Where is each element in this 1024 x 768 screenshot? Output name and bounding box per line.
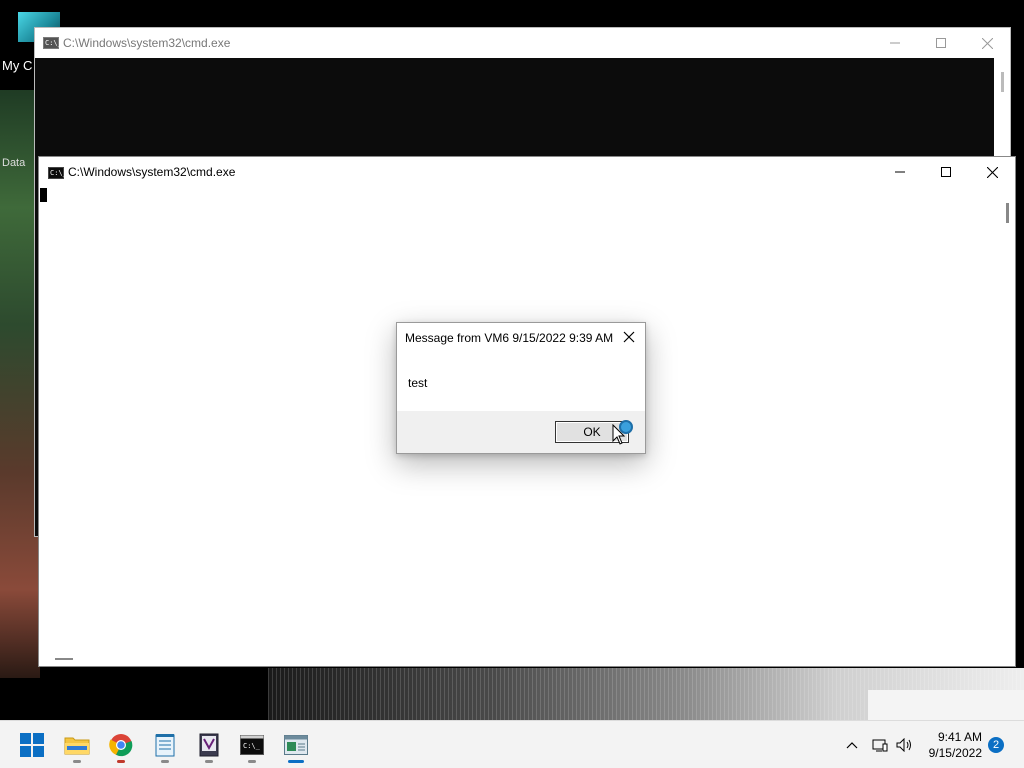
- clock-time: 9:41 AM: [937, 730, 982, 744]
- minimize-button[interactable]: [872, 28, 918, 58]
- dialog-message: test: [408, 376, 428, 390]
- message-window-icon: [284, 735, 308, 755]
- horizontal-scrollbar-thumb[interactable]: [55, 658, 73, 660]
- title-bar[interactable]: C:\_ C:\Windows\system32\cmd.exe: [35, 28, 1010, 58]
- running-indicator: [161, 760, 169, 763]
- mouse-pointer-icon: [612, 424, 626, 445]
- maximize-button[interactable]: [923, 157, 969, 187]
- running-indicator: [205, 760, 213, 763]
- title-bar[interactable]: C:\_ C:\Windows\system32\cmd.exe: [39, 157, 1015, 187]
- cmd-icon: C:\_: [43, 37, 62, 49]
- scrollbar-thumb[interactable]: [1001, 72, 1004, 92]
- chevron-up-icon: [846, 742, 858, 749]
- windows-logo-icon: [20, 733, 44, 757]
- maximize-icon: [936, 38, 946, 48]
- dialog-title: Message from VM6 9/15/2022 9:39 AM: [405, 331, 614, 345]
- close-button[interactable]: [964, 28, 1010, 58]
- start-button[interactable]: [14, 727, 50, 763]
- network-button[interactable]: [870, 721, 890, 768]
- clock[interactable]: 9:41 AM 9/15/2022: [929, 729, 982, 761]
- notification-badge[interactable]: 2: [988, 737, 1004, 753]
- network-icon: [872, 739, 888, 752]
- window-title: C:\Windows\system32\cmd.exe: [63, 36, 231, 50]
- rendering-artifact: [868, 690, 1024, 720]
- close-icon: [623, 331, 635, 343]
- close-icon: [986, 166, 998, 178]
- scrollbar-thumb[interactable]: [1006, 203, 1009, 223]
- volume-button[interactable]: [894, 721, 916, 768]
- taskbar-chrome[interactable]: [103, 727, 139, 763]
- cmd-icon: C:\_: [48, 167, 67, 179]
- taskbar-file-explorer[interactable]: [59, 727, 95, 763]
- running-indicator: [248, 760, 256, 763]
- desktop-shortcut-label-2[interactable]: Data: [2, 157, 25, 169]
- speaker-icon: [896, 738, 911, 752]
- minimize-icon: [890, 42, 900, 44]
- taskbar-command-prompt[interactable]: C:\_: [234, 727, 270, 763]
- maximize-icon: [941, 167, 951, 177]
- minimize-button[interactable]: [877, 157, 923, 187]
- active-indicator: [288, 760, 304, 763]
- minimize-icon: [895, 171, 905, 173]
- taskbar-message-app[interactable]: [278, 727, 314, 763]
- window-title: C:\Windows\system32\cmd.exe: [68, 165, 236, 179]
- taskbar-visual-studio[interactable]: [191, 727, 227, 763]
- taskbar-notepad[interactable]: [147, 727, 183, 763]
- svg-text:C:\_: C:\_: [243, 742, 261, 750]
- text-cursor: [40, 188, 47, 202]
- chrome-icon: [109, 734, 133, 757]
- folder-icon: [64, 737, 90, 755]
- close-button[interactable]: [969, 157, 1015, 187]
- notepad-icon: [155, 734, 175, 757]
- close-icon: [981, 37, 993, 49]
- running-indicator: [117, 760, 125, 763]
- dialog-close-button[interactable]: [619, 327, 639, 347]
- rendering-artifact: [0, 678, 268, 720]
- taskbar: C:\_ 9:41 AM 9/15/2022 2: [0, 720, 1024, 768]
- running-indicator: [73, 760, 81, 763]
- desktop-shortcut-label[interactable]: My C: [2, 58, 32, 73]
- clock-date: 9/15/2022: [928, 746, 982, 760]
- message-dialog[interactable]: Message from VM6 9/15/2022 9:39 AM test …: [396, 322, 646, 454]
- maximize-button[interactable]: [918, 28, 964, 58]
- visual-studio-icon: [199, 733, 219, 757]
- show-hidden-icons-button[interactable]: [842, 721, 862, 768]
- terminal-icon: C:\_: [240, 735, 264, 755]
